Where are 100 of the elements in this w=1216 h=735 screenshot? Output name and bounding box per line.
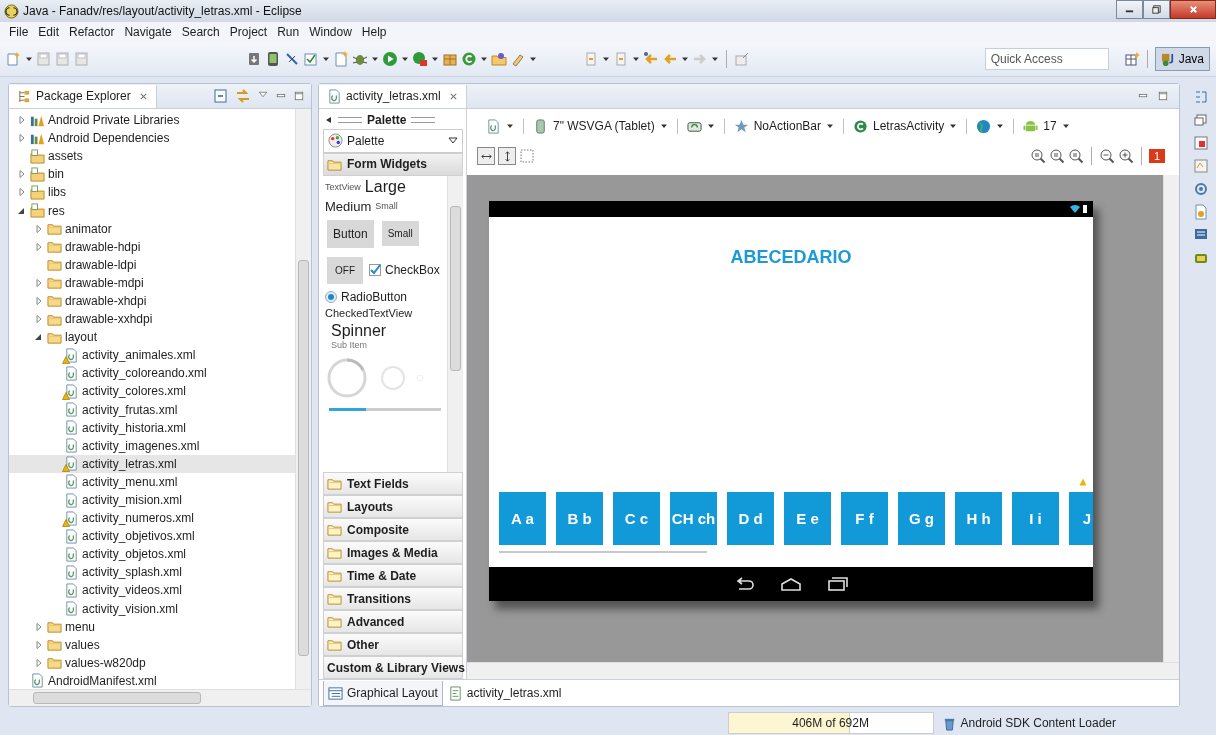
collapsed-arrow-icon[interactable] [34,241,44,252]
maximize-icon[interactable] [293,90,305,102]
zoom-real-icon[interactable] [1048,148,1065,164]
maximize-icon[interactable] [1157,90,1169,102]
checkbox-widget[interactable]: CheckBox [369,263,440,278]
expanded-arrow-icon[interactable] [34,332,44,343]
palette-section[interactable]: Other [323,633,463,657]
zoom-out-icon[interactable] [1098,148,1115,164]
open-perspective-icon[interactable] [1123,51,1140,67]
caret-icon[interactable] [25,55,33,63]
tree-item[interactable]: libs [9,183,295,202]
config-dropdown[interactable]: NoActionBar [724,118,844,134]
memory-bar[interactable]: 406M of 692M [727,712,934,734]
tree-item[interactable]: Android Dependencies [9,129,295,148]
collapsed-arrow-icon[interactable] [17,115,27,126]
tree-item[interactable]: activity_splash.xml [9,563,295,582]
caret-icon[interactable] [371,55,379,63]
editor-mode-tab[interactable]: activity_letras.xml [442,681,567,706]
top-bar-command[interactable]: File [4,25,34,39]
widget-label[interactable]: TextView [325,181,361,192]
tree-item[interactable]: activity_objetos.xml [9,545,295,564]
toggle-widget[interactable]: OFF [327,256,363,284]
palette-section[interactable]: Images & Media [323,541,463,565]
tree-item[interactable]: values-w820dp [9,653,295,672]
run-icon[interactable] [382,51,398,67]
collapsed-arrow-icon[interactable] [34,314,44,325]
top-bar-command[interactable]: Search [176,25,225,39]
tree-item[interactable]: activity_numeros.xml [9,509,295,528]
collapsed-arrow-icon[interactable] [34,223,44,234]
scrollbar[interactable] [467,662,1179,679]
zoom-in-icon[interactable] [1117,148,1134,164]
caret-icon[interactable] [711,55,719,63]
recent-apps-icon[interactable] [825,576,849,592]
collapsed-arrow-icon[interactable] [34,277,44,288]
caret-icon[interactable] [602,55,610,63]
palette-section[interactable]: Transitions [323,587,463,611]
tree-item[interactable]: assets [9,147,295,166]
tree-item[interactable]: activity_letras.xml [9,454,295,473]
tree-item[interactable]: activity_colores.xml [9,382,295,401]
pen-icon[interactable] [284,51,300,67]
tree-item[interactable]: activity_coloreando.xml [9,364,295,383]
palette-section[interactable]: Composite [323,518,463,542]
close-button[interactable] [1170,0,1216,19]
scrollbar[interactable] [447,175,463,473]
palette-section[interactable]: Custom & Library Views [323,656,463,680]
tree-item[interactable]: activity_mision.xml [9,490,295,510]
tree-item[interactable]: activity_videos.xml [9,581,295,600]
error-badge[interactable]: 1 [1148,149,1165,163]
radio-widget[interactable]: RadioButton [325,289,408,304]
top-bar-command[interactable]: Project [224,25,273,39]
widget-label[interactable]: Large [364,177,406,196]
close-icon[interactable] [448,91,458,101]
scrollbar[interactable] [1163,175,1179,662]
tree-item[interactable]: activity_historia.xml [9,418,295,437]
caret-icon[interactable] [480,55,488,63]
config-dropdown[interactable]: LetrasActivity [844,118,968,134]
tree-item[interactable]: drawable-xhdpi [9,291,295,311]
tree-item[interactable]: activity_imagenes.xml [9,436,295,455]
grid-icon[interactable] [519,148,535,164]
tree-item[interactable]: res [9,201,295,220]
tree-item[interactable]: activity_objetivos.xml [9,527,295,546]
collapse-all-icon[interactable] [213,88,229,104]
tree-item[interactable]: values [9,635,295,654]
view-tab[interactable]: Package Explorer [9,84,157,108]
tree-item[interactable]: activity_animales.xml [9,346,295,365]
editor-mode-tab[interactable]: Graphical Layout [323,681,443,706]
caret-icon[interactable] [529,55,537,63]
quick-access-field[interactable]: Quick Access [984,48,1109,70]
new-class-icon[interactable] [461,51,477,67]
tree-item[interactable]: AndroidManifest.xml [9,671,295,689]
palette-section[interactable]: Time & Date [323,564,463,588]
config-dropdown[interactable]: 7" WSVGA (Tablet) [524,118,678,134]
scrollbar[interactable] [295,109,311,689]
caret-icon[interactable] [322,55,330,63]
download-icon[interactable] [246,51,262,67]
top-bar-command[interactable]: Navigate [119,25,177,39]
top-bar-command[interactable]: Edit [33,25,65,39]
restore-button[interactable] [1143,0,1170,19]
widget-button[interactable]: Small [381,221,419,247]
palette-section[interactable]: Form Widgets [323,152,463,176]
config-dropdown[interactable]: 17 [1014,118,1079,134]
caret-icon[interactable] [632,55,640,63]
tree-item[interactable]: animator [9,219,295,238]
top-bar-command[interactable]: Window [304,25,357,39]
collapsed-arrow-icon[interactable] [17,169,27,180]
document-icon[interactable] [1193,204,1209,220]
caret-icon[interactable] [431,55,439,63]
restore-icon[interactable] [1193,112,1209,128]
collapse-arrow-icon[interactable] [325,116,333,124]
top-bar-command[interactable]: Run [272,25,305,39]
fit-height-button[interactable] [498,147,516,165]
collapsed-arrow-icon[interactable] [34,639,44,650]
progress-bar[interactable] [329,407,441,411]
collapsed-arrow-icon[interactable] [34,657,44,668]
run-tool-icon[interactable] [412,51,428,67]
caret-icon[interactable] [401,55,409,63]
top-bar-command[interactable]: Refactor [64,25,120,39]
link-editor-icon[interactable] [235,88,251,104]
perspective-button[interactable]: Java [1154,47,1210,71]
palette-section[interactable]: Text Fields [323,472,463,496]
